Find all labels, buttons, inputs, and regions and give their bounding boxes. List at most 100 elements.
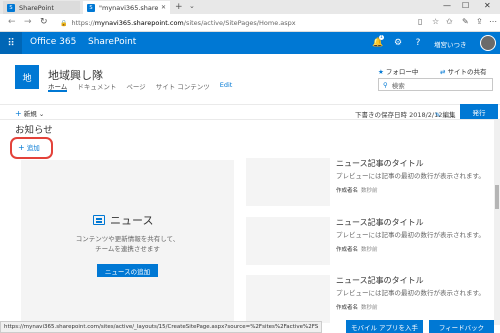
new-tab-icon[interactable]: + [175,2,183,12]
command-bar: + 新規 ⌄ 下書きの保存日時 2018/2/12 ✎ 編集 [0,104,500,120]
url-host: mynavi365.sharepoint.com [94,19,184,27]
news-article-card[interactable]: ニュース記事のタイトル プレビューには記事の最初の数行が表示されます。 作成者名… [246,217,491,267]
app-launcher-waffle-icon[interactable]: ⠿ [0,32,22,54]
nav-edit-link[interactable]: Edit [220,81,233,92]
article-title[interactable]: ニュース記事のタイトル [336,275,424,286]
add-label: 追加 [26,144,40,152]
sharepoint-favicon-icon: S [7,3,15,12]
plus-icon: + [18,143,25,152]
scrollbar-thumb[interactable] [495,185,499,209]
nav-item-pages[interactable]: ページ [126,81,145,92]
add-news-button[interactable]: ニュースの追加 [97,264,158,277]
news-icon [93,215,105,225]
nav-item-home[interactable]: ホーム [48,81,68,92]
article-title[interactable]: ニュース記事のタイトル [336,158,424,169]
url-field[interactable]: 🔒 https:// mynavi365.sharepoint.com /sit… [60,17,420,29]
favorites-hub-icon[interactable]: ✩ [446,17,453,26]
share-icon: ⇄ [440,68,446,76]
browser-tab-sharepoint[interactable]: S SharePoint [3,1,80,14]
reading-view-icon[interactable]: ▯ [418,17,422,26]
site-navigation: ホーム ドキュメント ページ サイト コンテンツ Edit [48,81,242,92]
article-preview: プレビューには記事の最初の数行が表示されます。 [336,172,485,180]
chevron-down-icon: ⌄ [38,110,45,118]
page-scrollbar[interactable] [494,120,500,325]
notification-badge: 1 [379,35,384,40]
news-description-line: チームを連携させます [95,245,160,253]
feedback-button[interactable]: フィードバック [429,320,494,333]
article-time: 数秒前 [361,247,378,253]
edit-label: 編集 [442,111,456,119]
browser-status-url: https://mynavi365.sharepoint.com/sites/a… [0,321,323,333]
share-site-button[interactable]: ⇄ サイトの共有 [440,66,487,76]
minimize-icon[interactable]: — [443,1,451,10]
browser-tab-bar: S SharePoint S "mynavi365.sharepoint. ✕ … [0,0,500,14]
edit-button[interactable]: ✎ 編集 [435,109,456,119]
office365-brand[interactable]: Office 365 [30,37,76,47]
sharepoint-favicon-icon: S [87,3,95,12]
favorite-star-icon[interactable]: ☆ [432,17,439,26]
share-icon[interactable]: ⇪ [476,17,483,26]
settings-gear-icon[interactable]: ⚙ [388,32,408,54]
follow-label: フォロー中 [385,68,419,76]
news-article-card[interactable]: ニュース記事のタイトル プレビューには記事の最初の数行が表示されます。 作成者名… [246,275,491,325]
tab-list-chevron-icon[interactable]: ⌄ [189,2,195,10]
lock-icon: 🔒 [60,19,68,27]
nav-item-documents[interactable]: ドキュメント [77,81,116,92]
star-icon: ★ [378,68,384,76]
article-preview: プレビューには記事の最初の数行が表示されます。 [336,289,485,297]
get-mobile-app-button[interactable]: モバイル アプリを入手 [346,320,423,333]
article-preview: プレビューには記事の最初の数行が表示されます。 [336,231,485,239]
refresh-icon[interactable]: ↻ [40,17,48,27]
tab-title: SharePoint [19,3,54,12]
author-label: 作成者名 [336,247,359,253]
article-time: 数秒前 [361,188,378,194]
plus-icon: + [15,109,22,118]
tab-title: "mynavi365.sharepoint. [99,3,158,12]
share-label: サイトの共有 [447,68,487,76]
news-heading: ニュース [110,214,154,227]
search-icon: ⚲ [383,80,388,89]
office365-suite-bar: ⠿ Office 365 SharePoint 🔔 1 ⚙ ? 増宮いつき [0,32,500,54]
address-bar: ← → ↻ 🔒 https:// mynavi365.sharepoint.co… [0,14,500,32]
back-arrow-icon[interactable]: ← [8,17,16,27]
add-news-link[interactable]: + 追加 [18,142,40,152]
site-logo[interactable]: 地 [15,65,39,89]
author-label: 作成者名 [336,188,359,194]
publish-button[interactable]: 発行 [460,104,498,119]
avatar[interactable] [480,35,496,51]
article-author: 作成者名 数秒前 [336,303,378,311]
nav-item-site-contents[interactable]: サイト コンテンツ [156,81,210,92]
draft-saved-status: 下書きの保存日時 2018/2/12 [355,111,443,119]
news-description: コンテンツや更新情報を共有して、 チームを連携させます [21,234,234,254]
article-thumbnail [246,217,330,265]
article-author: 作成者名 数秒前 [336,186,378,194]
search-input[interactable]: ⚲ 検索 [378,78,493,91]
author-label: 作成者名 [336,305,359,311]
help-icon[interactable]: ? [408,32,428,54]
url-prefix: https:// [71,19,95,27]
url-path: /sites/active/SitePages/Home.aspx [183,19,296,27]
user-name[interactable]: 増宮いつき [434,39,467,49]
article-title[interactable]: ニュース記事のタイトル [336,217,424,228]
forward-arrow-icon[interactable]: → [24,17,32,27]
maximize-icon[interactable]: ☐ [462,1,469,10]
new-button[interactable]: + 新規 ⌄ [15,108,44,118]
news-description-line: コンテンツや更新情報を共有して、 [75,235,180,243]
browser-tab-current[interactable]: S "mynavi365.sharepoint. ✕ [83,1,170,14]
app-name[interactable]: SharePoint [88,37,136,47]
more-icon[interactable]: ⋯ [489,17,497,26]
news-article-card[interactable]: ニュース記事のタイトル プレビューには記事の最初の数行が表示されます。 作成者名… [246,158,491,208]
news-placeholder-card: ニュース コンテンツや更新情報を共有して、 チームを連携させます ニュースの追加 [21,160,234,326]
window-close-icon[interactable]: ✕ [484,1,491,10]
notifications-bell-icon[interactable]: 🔔 1 [368,32,388,54]
close-tab-icon[interactable]: ✕ [161,4,166,11]
article-thumbnail [246,158,330,206]
new-label: 新規 [23,110,37,118]
news-section-title: お知らせ [15,125,53,136]
search-placeholder: 検索 [391,81,405,90]
article-thumbnail [246,275,330,323]
article-time: 数秒前 [361,305,378,311]
article-author: 作成者名 数秒前 [336,245,378,253]
follow-button[interactable]: ★ フォロー中 [378,66,418,76]
pen-icon[interactable]: ✎ [462,17,469,26]
